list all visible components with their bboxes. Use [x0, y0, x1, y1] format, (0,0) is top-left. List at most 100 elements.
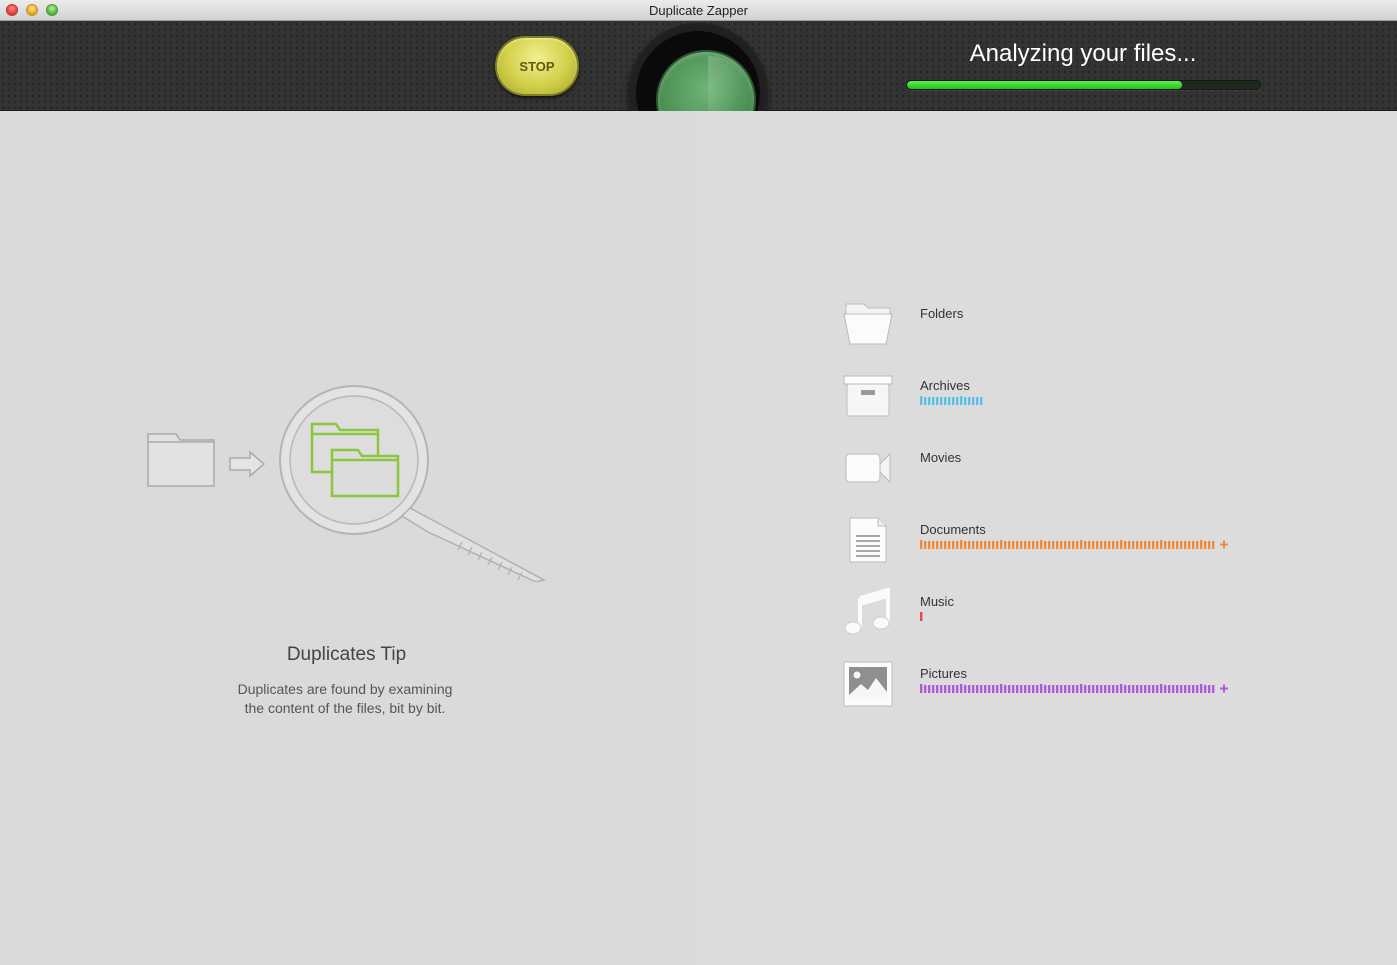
bar-tick: [1092, 685, 1095, 693]
bar-tick: [976, 541, 979, 549]
category-label: Pictures: [920, 666, 967, 681]
category-documents[interactable]: Documents: [838, 516, 1258, 576]
bar-tick: [1032, 541, 1035, 549]
bar-tick: [1028, 685, 1031, 693]
bar-tick: [1180, 541, 1183, 549]
tip-title: Duplicates Tip: [286, 644, 407, 665]
bar-tick: [1128, 685, 1131, 693]
bar-tick: [1156, 541, 1159, 549]
bar-tick: [1152, 541, 1155, 549]
bar-tick: [1052, 685, 1055, 693]
bar-tick: [924, 397, 927, 405]
bar-tick: [1208, 685, 1211, 693]
bar-tick: [1168, 541, 1171, 549]
window-title: Duplicate Zapper: [649, 3, 748, 18]
bar-tick: [960, 684, 963, 693]
bar-tick: [1120, 540, 1123, 549]
bar-tick: [928, 685, 931, 693]
bar-tick: [1068, 685, 1071, 693]
bar-tick: [988, 685, 991, 693]
bar-tick: [1044, 541, 1047, 549]
bar-tick: [1024, 541, 1027, 549]
tip-text: Duplicates are found by examining the co…: [200, 680, 490, 718]
bar-tick: [956, 541, 959, 549]
bar-tick: [1136, 685, 1139, 693]
bar-tick: [1192, 685, 1195, 693]
bar-tick: [944, 685, 947, 693]
bar-tick: [1044, 685, 1047, 693]
bar-tick: [1016, 685, 1019, 693]
bar-tick: [1176, 685, 1179, 693]
tip-text-line-1: Duplicates are found by examining: [237, 681, 453, 697]
picture-icon: [843, 661, 893, 707]
bar-tick: [928, 397, 931, 405]
bar-tick: [984, 685, 987, 693]
category-folders[interactable]: Folders: [838, 300, 1258, 360]
bar-tick: [1096, 685, 1099, 693]
bar-tick: [1160, 684, 1163, 693]
bar-tick: [1016, 541, 1019, 549]
progress-bar: [906, 80, 1261, 90]
bar-tick: [1048, 685, 1051, 693]
status-title: Analyzing your files...: [969, 40, 1197, 67]
bar-tick: [1184, 685, 1187, 693]
bar-tick: [924, 541, 927, 549]
bar-tick: [1124, 541, 1127, 549]
bar-tick: [936, 685, 939, 693]
bar-tick: [1012, 541, 1015, 549]
music-note-icon: [844, 588, 890, 635]
bar-tick: [1008, 685, 1011, 693]
category-music[interactable]: Music: [838, 588, 1258, 648]
bar-tick: [924, 685, 927, 693]
bar-tick: [1140, 685, 1143, 693]
category-bar-music: [920, 612, 923, 621]
category-pictures[interactable]: Pictures: [838, 660, 1258, 720]
bar-tick: [1096, 541, 1099, 549]
bar-tick: [1092, 541, 1095, 549]
bar-tick: [1128, 541, 1131, 549]
bar-tick: [1212, 685, 1215, 693]
bar-tick: [980, 397, 983, 405]
bar-tick: [968, 397, 971, 405]
bar-tick: [1116, 685, 1119, 693]
bar-tick: [992, 685, 995, 693]
bar-tick: [920, 540, 923, 549]
bar-tick: [1088, 541, 1091, 549]
bar-tick: [1000, 540, 1003, 549]
bar-tick: [1020, 685, 1023, 693]
bar-tick: [1172, 541, 1175, 549]
bar-tick: [1008, 541, 1011, 549]
bar-tick: [968, 541, 971, 549]
bar-tick: [928, 541, 931, 549]
bar-tick: [948, 541, 951, 549]
bar-tick: [932, 685, 935, 693]
category-label: Archives: [920, 378, 970, 393]
bar-tick: [1100, 541, 1103, 549]
bar-tick: [992, 541, 995, 549]
category-archives[interactable]: Archives: [838, 372, 1258, 432]
bar-tick: [932, 541, 935, 549]
bar-tick: [952, 397, 955, 405]
stop-button[interactable]: STOP: [495, 36, 579, 96]
bar-tick: [996, 685, 999, 693]
category-movies[interactable]: Movies: [838, 444, 1258, 504]
bar-tick: [972, 541, 975, 549]
bar-tick: [972, 397, 975, 405]
bar-tick: [1196, 685, 1199, 693]
bar-tick: [996, 541, 999, 549]
bar-tick: [1188, 685, 1191, 693]
bar-tick: [1004, 541, 1007, 549]
bar-tick: [960, 396, 963, 405]
bar-tick: [956, 397, 959, 405]
bar-tick: [1040, 684, 1043, 693]
bar-tick: [920, 612, 923, 621]
bar-tick: [984, 541, 987, 549]
bar-tick: [988, 541, 991, 549]
bar-tick: [1164, 541, 1167, 549]
bar-tick: [1104, 541, 1107, 549]
bar-tick: [1084, 541, 1087, 549]
bar-tick: [1112, 541, 1115, 549]
bar-tick: [932, 397, 935, 405]
bar-tick: [940, 397, 943, 405]
bar-tick: [1180, 685, 1183, 693]
